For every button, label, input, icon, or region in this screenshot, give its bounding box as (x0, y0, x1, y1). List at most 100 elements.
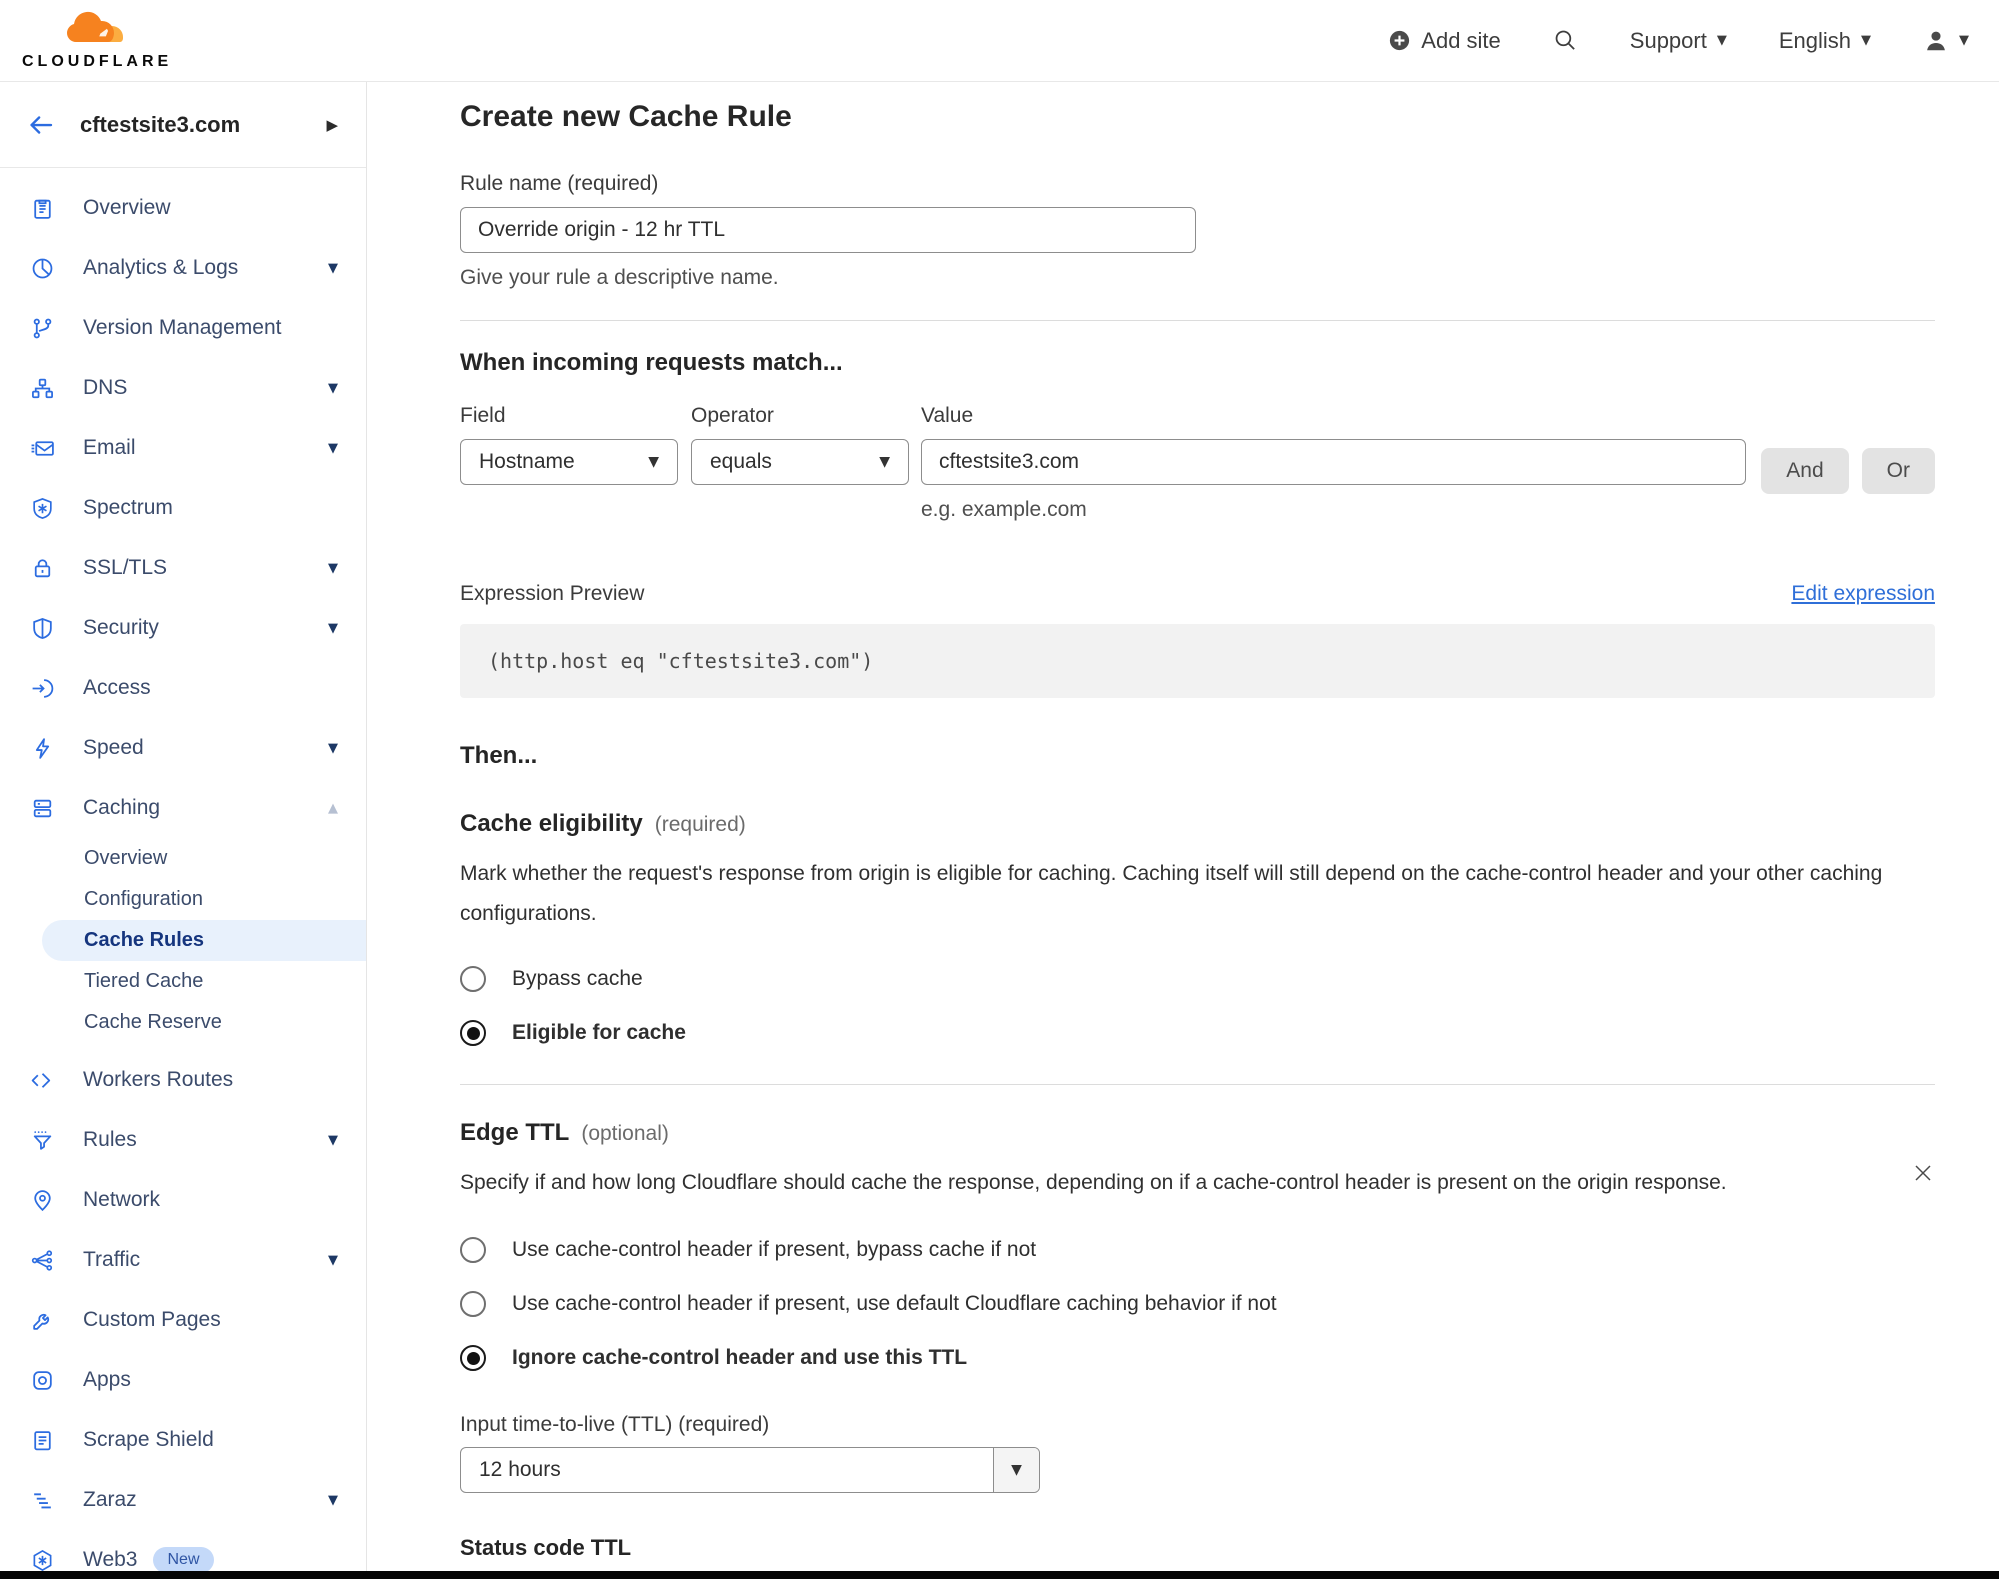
dns-icon (30, 375, 56, 401)
cloudflare-logo[interactable]: CLOUDFLARE (22, 10, 172, 71)
and-or-buttons: And Or (1761, 404, 1935, 494)
value-input[interactable] (921, 439, 1746, 485)
sidebar-item-dns[interactable]: DNS ▼ (0, 358, 366, 418)
sidebar-item-speed[interactable]: Speed ▼ (0, 718, 366, 778)
sidebar-item-scrape-shield[interactable]: Scrape Shield (0, 1410, 366, 1470)
search-button[interactable] (1553, 28, 1578, 53)
and-button[interactable]: And (1761, 448, 1848, 494)
site-expand-icon[interactable]: ▶ (326, 116, 338, 134)
chevron-down-icon: ▼ (1959, 34, 1969, 47)
chevron-down-icon: ▼ (1011, 1463, 1022, 1477)
language-menu[interactable]: English ▼ (1779, 28, 1871, 54)
document-icon (30, 1427, 56, 1453)
rule-name-label: Rule name (required) (460, 172, 1935, 196)
radio-circle-checked (460, 1345, 486, 1371)
site-name: cftestsite3.com (80, 112, 240, 138)
sidebar-item-custom-pages[interactable]: Custom Pages (0, 1290, 366, 1350)
cache-eligibility-title: Cache eligibility (460, 810, 643, 838)
sidebar-subitem-configuration[interactable]: Configuration (0, 879, 366, 920)
radio-use-header-bypass[interactable]: Use cache-control header if present, byp… (460, 1237, 1935, 1263)
page-title: Create new Cache Rule (460, 100, 1935, 134)
or-button[interactable]: Or (1862, 448, 1935, 494)
then-heading: Then... (460, 742, 1935, 770)
sidebar-item-security[interactable]: Security ▼ (0, 598, 366, 658)
sidebar-item-email[interactable]: Email ▼ (0, 418, 366, 478)
edge-ttl-description: Specify if and how long Cloudflare shoul… (460, 1163, 1750, 1203)
sidebar-item-traffic[interactable]: Traffic ▼ (0, 1230, 366, 1290)
chevron-down-icon: ▼ (328, 441, 338, 456)
sidebar-item-version-management[interactable]: Version Management (0, 298, 366, 358)
lock-icon (30, 555, 56, 581)
radio-bypass-cache[interactable]: Bypass cache (460, 966, 1935, 992)
sidebar-subitem-cache-reserve[interactable]: Cache Reserve (0, 1002, 366, 1043)
value-column: Value e.g. example.com (921, 404, 1746, 522)
ttl-select[interactable]: 12 hours ▼ (460, 1447, 1040, 1493)
select-arrow-button[interactable]: ▼ (993, 1448, 1039, 1492)
chevron-down-icon: ▼ (328, 1133, 338, 1148)
user-icon (1923, 28, 1949, 54)
radio-circle (460, 1237, 486, 1263)
version-management-icon (30, 315, 56, 341)
match-heading: When incoming requests match... (460, 349, 1935, 377)
radio-circle-checked (460, 1020, 486, 1046)
close-icon[interactable] (1911, 1161, 1935, 1185)
expression-code: (http.host eq "cftestsite3.com") (488, 649, 873, 673)
radio-ignore-header-use-ttl[interactable]: Ignore cache-control header and use this… (460, 1345, 1935, 1371)
chevron-down-icon: ▼ (648, 455, 659, 469)
radio-circle (460, 966, 486, 992)
sidebar-item-workers-routes[interactable]: Workers Routes (0, 1050, 366, 1110)
sidebar-item-apps[interactable]: Apps (0, 1350, 366, 1410)
sidebar-item-spectrum[interactable]: Spectrum (0, 478, 366, 538)
operator-label: Operator (691, 404, 909, 428)
back-arrow-icon[interactable] (26, 110, 56, 140)
chevron-down-icon: ▼ (328, 1253, 338, 1268)
sidebar-item-analytics-logs[interactable]: Analytics & Logs ▼ (0, 238, 366, 298)
value-hint: e.g. example.com (921, 498, 1746, 522)
value-label: Value (921, 404, 1746, 428)
traffic-split-icon (30, 1247, 56, 1273)
web3-icon (30, 1547, 56, 1571)
radio-use-header-default[interactable]: Use cache-control header if present, use… (460, 1291, 1935, 1317)
sidebar-item-network[interactable]: Network (0, 1170, 366, 1230)
caching-icon (30, 795, 56, 821)
cache-eligibility-header: Cache eligibility (required) (460, 810, 1935, 838)
sidebar-item-zaraz[interactable]: Zaraz ▼ (0, 1470, 366, 1530)
sidebar-subitem-tiered-cache[interactable]: Tiered Cache (0, 961, 366, 1002)
filter-icon (30, 1127, 56, 1153)
field-select[interactable]: Hostname ▼ (460, 439, 678, 485)
window-bottom-edge (0, 1571, 1999, 1579)
sidebar-item-ssl-tls[interactable]: SSL/TLS ▼ (0, 538, 366, 598)
sidebar-item-rules[interactable]: Rules ▼ (0, 1110, 366, 1170)
support-menu[interactable]: Support ▼ (1630, 28, 1727, 54)
sidebar-item-web3[interactable]: Web3 New (0, 1530, 366, 1571)
chevron-down-icon: ▼ (328, 561, 338, 576)
apps-icon (30, 1367, 56, 1393)
chevron-down-icon: ▼ (328, 1493, 338, 1508)
sidebar-item-access[interactable]: Access (0, 658, 366, 718)
sidebar-subitem-cache-rules[interactable]: Cache Rules (42, 920, 366, 961)
required-tag: (required) (655, 813, 746, 837)
zaraz-icon (30, 1487, 56, 1513)
add-site-button[interactable]: Add site (1388, 28, 1501, 54)
operator-select[interactable]: equals ▼ (691, 439, 909, 485)
sidebar-subitem-caching-overview[interactable]: Overview (0, 838, 366, 879)
lightning-icon (30, 735, 56, 761)
radio-eligible-for-cache[interactable]: Eligible for cache (460, 1020, 1935, 1046)
expression-code-box: (http.host eq "cftestsite3.com") (460, 624, 1935, 698)
edge-ttl-header: Edge TTL (optional) (460, 1119, 1935, 1147)
edit-expression-link[interactable]: Edit expression (1791, 582, 1935, 606)
rule-name-input[interactable] (460, 207, 1196, 253)
cloudflare-logo-text: CLOUDFLARE (22, 53, 172, 71)
overview-icon (30, 195, 56, 221)
caching-subnav: Overview Configuration Cache Rules Tiere… (0, 838, 366, 1043)
sidebar-item-overview[interactable]: Overview (0, 178, 366, 238)
sidebar-item-caching[interactable]: Caching ▲ (0, 778, 366, 838)
condition-row: Field Hostname ▼ Operator equals ▼ Value (460, 404, 1935, 522)
field-column: Field Hostname ▼ (460, 404, 678, 485)
shield-icon (30, 615, 56, 641)
account-menu[interactable]: ▼ (1923, 28, 1969, 54)
chevron-down-icon: ▼ (1861, 34, 1871, 47)
spacer (0, 1043, 366, 1050)
sidebar-nav: Overview Analytics & Logs ▼ Version Mana… (0, 168, 366, 1571)
ttl-input-label: Input time-to-live (TTL) (required) (460, 1413, 1935, 1437)
